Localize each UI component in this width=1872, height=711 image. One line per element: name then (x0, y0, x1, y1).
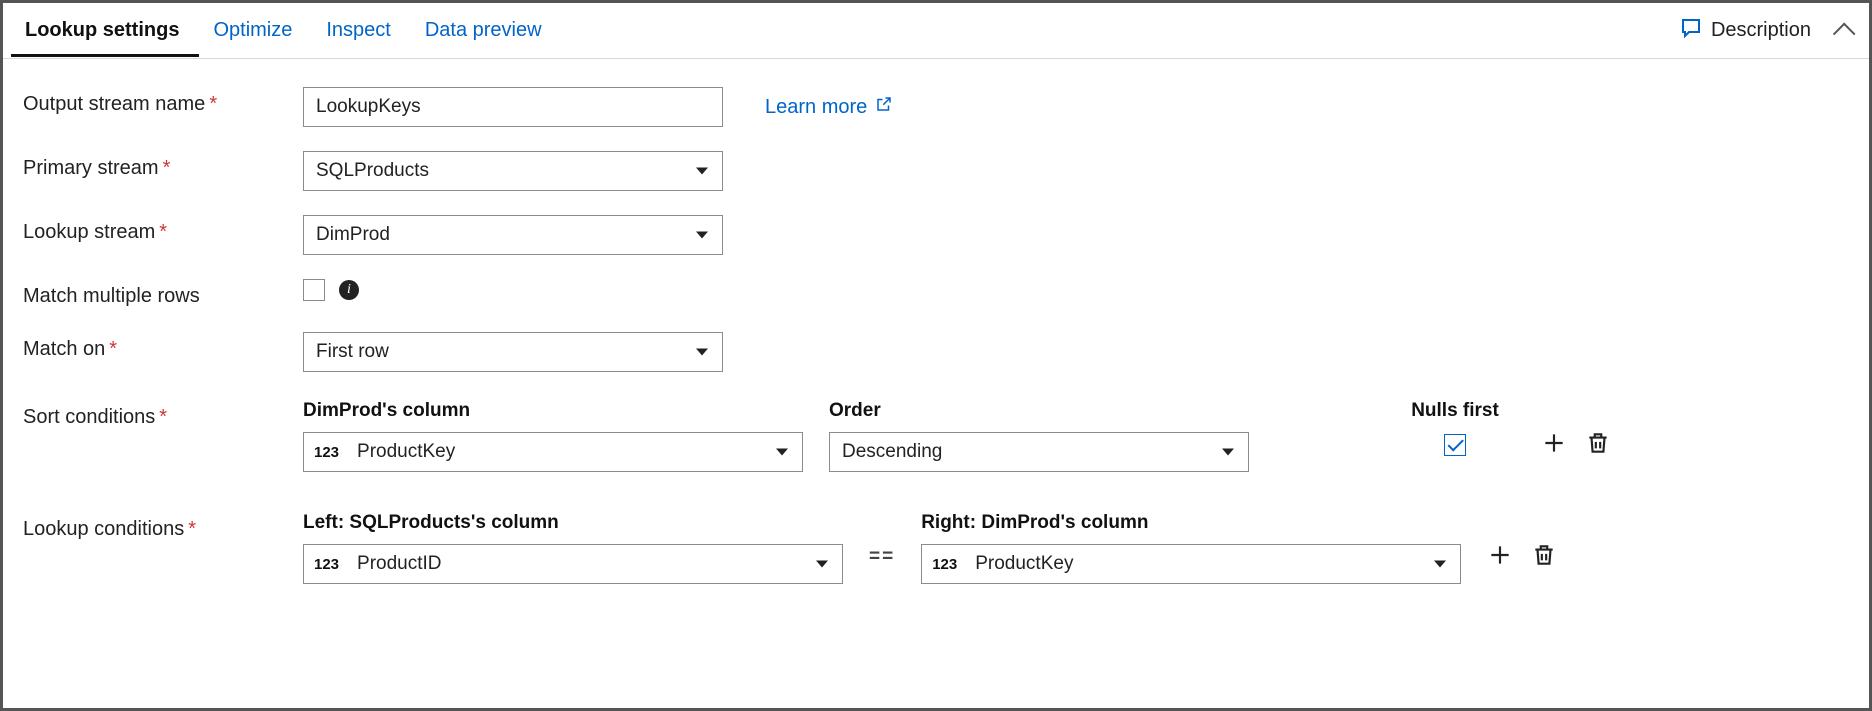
lookup-stream-value: DimProd (316, 224, 390, 246)
add-lookup-condition-button[interactable] (1487, 542, 1513, 568)
label-text: Sort conditions (23, 406, 155, 428)
match-on-value: First row (316, 341, 389, 363)
label-output-stream-name: Output stream name* (23, 87, 303, 116)
tab-optimize[interactable]: Optimize (199, 5, 312, 57)
caret-down-icon (776, 449, 788, 456)
label-match-multiple-rows: Match multiple rows (23, 279, 303, 308)
sort-order-select[interactable]: Descending (829, 432, 1249, 472)
nulls-first-checkbox[interactable] (1444, 434, 1466, 456)
sort-order-value: Descending (842, 441, 942, 463)
tab-data-preview[interactable]: Data preview (411, 5, 562, 57)
delete-lookup-condition-button[interactable] (1531, 542, 1557, 568)
row-match-on: Match on* First row (23, 332, 1849, 372)
sort-nulls-stack: Nulls first (1395, 400, 1515, 456)
chevron-up-icon (1833, 22, 1856, 45)
type-chip: 123 (314, 444, 339, 461)
sort-column-select[interactable]: 123 ProductKey (303, 432, 803, 472)
label-text: Match on (23, 338, 105, 360)
caret-down-icon (696, 232, 708, 239)
sort-column-value: ProductKey (357, 441, 455, 463)
info-icon[interactable]: i (339, 280, 359, 300)
sort-nulls-header: Nulls first (1411, 400, 1499, 422)
type-chip: 123 (314, 556, 339, 573)
label-text: Match multiple rows (23, 285, 200, 307)
external-link-icon (875, 95, 893, 119)
label-lookup-stream: Lookup stream* (23, 215, 303, 244)
row-lookup-conditions: Lookup conditions* Left: SQLProducts's c… (23, 512, 1849, 584)
output-stream-name-input[interactable] (303, 87, 723, 127)
label-text: Lookup conditions (23, 518, 184, 540)
label-text: Primary stream (23, 157, 159, 179)
learn-more-link[interactable]: Learn more (765, 95, 893, 119)
add-sort-condition-button[interactable] (1541, 430, 1567, 456)
label-sort-conditions: Sort conditions* (23, 400, 303, 429)
tab-inspect[interactable]: Inspect (312, 5, 410, 57)
tab-lookup-settings[interactable]: Lookup settings (11, 5, 199, 57)
delete-sort-condition-button[interactable] (1585, 430, 1611, 456)
primary-stream-select[interactable]: SQLProducts (303, 151, 723, 191)
label-lookup-conditions: Lookup conditions* (23, 512, 303, 541)
lookup-right-value: ProductKey (975, 553, 1073, 575)
label-match-on: Match on* (23, 332, 303, 361)
lookup-left-header: Left: SQLProducts's column (303, 512, 843, 534)
label-primary-stream: Primary stream* (23, 151, 303, 180)
lookup-left-stack: Left: SQLProducts's column 123 ProductID (303, 512, 843, 584)
lookup-left-value: ProductID (357, 553, 441, 575)
row-output-stream-name: Output stream name* Learn more (23, 87, 1849, 127)
sort-order-stack: Order Descending (829, 400, 1249, 472)
row-lookup-stream: Lookup stream* DimProd (23, 215, 1849, 255)
lookup-right-header: Right: DimProd's column (921, 512, 1461, 534)
comment-icon (1679, 16, 1703, 46)
lookup-right-stack: Right: DimProd's column 123 ProductKey (921, 512, 1461, 584)
row-sort-conditions: Sort conditions* DimProd's column 123 Pr… (23, 400, 1849, 472)
learn-more-text: Learn more (765, 96, 867, 119)
tab-bar: Lookup settings Optimize Inspect Data pr… (3, 3, 1869, 59)
description-button[interactable]: Description (1679, 16, 1855, 46)
caret-down-icon (1222, 449, 1234, 456)
caret-down-icon (696, 349, 708, 356)
label-text: Output stream name (23, 93, 205, 115)
label-text: Lookup stream (23, 221, 155, 243)
lookup-left-select[interactable]: 123 ProductID (303, 544, 843, 584)
sort-order-header: Order (829, 400, 1249, 422)
description-label: Description (1711, 19, 1811, 42)
lookup-stream-select[interactable]: DimProd (303, 215, 723, 255)
lookup-settings-form: Output stream name* Learn more Primary s… (3, 59, 1869, 632)
lookup-right-select[interactable]: 123 ProductKey (921, 544, 1461, 584)
type-chip: 123 (932, 556, 957, 573)
primary-stream-value: SQLProducts (316, 160, 429, 182)
caret-down-icon (816, 561, 828, 568)
sort-column-stack: DimProd's column 123 ProductKey (303, 400, 803, 472)
row-match-multiple-rows: Match multiple rows i (23, 279, 1849, 308)
row-primary-stream: Primary stream* SQLProducts (23, 151, 1849, 191)
sort-row-actions (1541, 400, 1611, 456)
caret-down-icon (696, 168, 708, 175)
lookup-row-actions (1487, 512, 1557, 568)
equals-operator: == (869, 512, 895, 568)
match-multiple-rows-checkbox[interactable] (303, 279, 325, 301)
match-on-select[interactable]: First row (303, 332, 723, 372)
tabs: Lookup settings Optimize Inspect Data pr… (11, 5, 562, 57)
sort-column-header: DimProd's column (303, 400, 803, 422)
caret-down-icon (1434, 561, 1446, 568)
